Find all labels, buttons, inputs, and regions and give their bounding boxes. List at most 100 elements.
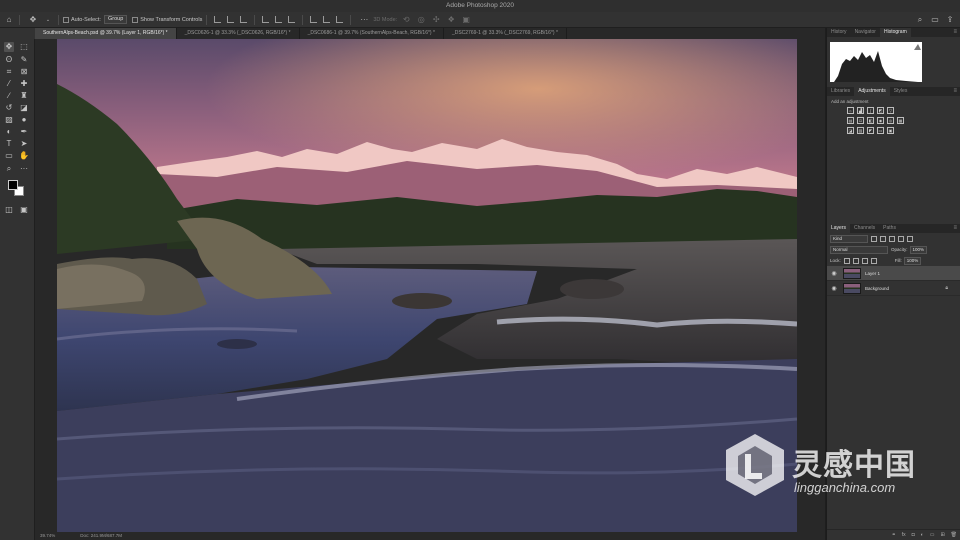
lock-artboard-icon[interactable] xyxy=(861,257,868,264)
tab-libraries[interactable]: Libraries xyxy=(827,87,854,96)
3d-scale-icon[interactable]: ▣ xyxy=(460,14,472,26)
healing-tool-icon[interactable]: ✚ xyxy=(19,79,29,89)
opacity-input[interactable]: 100% xyxy=(909,245,928,254)
adjustment-layer-icon[interactable]: ◐ xyxy=(921,532,924,538)
lock-all-icon[interactable] xyxy=(870,257,877,264)
layer-row[interactable]: ◉ Layer 1 xyxy=(827,266,960,281)
new-layer-icon[interactable]: ⊞ xyxy=(940,532,944,538)
tab-layers[interactable]: Layers xyxy=(827,224,851,233)
tab-paths[interactable]: Paths xyxy=(879,224,900,233)
more-options-icon[interactable]: ··· xyxy=(358,14,370,26)
distribute-icon[interactable] xyxy=(323,16,331,23)
type-filter-icon[interactable] xyxy=(889,235,895,242)
exposure-icon[interactable]: ◩ xyxy=(877,107,884,114)
black-white-icon[interactable]: ◧ xyxy=(867,117,874,124)
crop-tool-icon[interactable]: ⌗ xyxy=(4,67,14,77)
toolbar-grip[interactable] xyxy=(0,28,35,39)
dodge-tool-icon[interactable]: ◐ xyxy=(4,127,14,137)
tab-channels[interactable]: Channels xyxy=(850,224,879,233)
share-icon[interactable]: ⇪ xyxy=(944,14,956,26)
align-top-icon[interactable] xyxy=(262,16,270,23)
mask-icon[interactable]: ◘ xyxy=(912,532,915,538)
fill-input[interactable]: 100% xyxy=(903,256,922,265)
tab-history[interactable]: History xyxy=(827,28,851,37)
history-brush-tool-icon[interactable]: ↺ xyxy=(4,103,14,113)
tab-navigator[interactable]: Navigator xyxy=(851,28,880,37)
artboard-tool-icon[interactable]: ⬚ xyxy=(19,42,29,52)
eye-icon[interactable]: ◉ xyxy=(830,285,838,292)
home-icon[interactable]: ⌂ xyxy=(3,14,15,26)
auto-select-checkbox[interactable] xyxy=(63,16,69,23)
link-icon[interactable]: ⚭ xyxy=(892,532,896,538)
distribute-icon[interactable] xyxy=(310,16,318,23)
3d-roll-icon[interactable]: ◎ xyxy=(415,14,427,26)
fx-icon[interactable]: fx xyxy=(902,532,906,538)
hue-saturation-icon[interactable]: ▤ xyxy=(847,117,854,124)
3d-rotate-icon[interactable]: ⟲ xyxy=(400,14,412,26)
workspace-icon[interactable]: ▭ xyxy=(929,14,941,26)
chevron-down-icon[interactable]: ⌄ xyxy=(42,14,54,26)
document-tab[interactable]: SouthernAlps-Beach.psd @ 39.7% (Layer 1,… xyxy=(35,28,177,39)
panel-menu-icon[interactable]: ≡ xyxy=(953,224,957,233)
3d-drag-icon[interactable]: ✣ xyxy=(430,14,442,26)
tab-histogram[interactable]: Histogram xyxy=(879,28,911,37)
align-right-icon[interactable] xyxy=(240,16,248,23)
panel-menu-icon[interactable]: ≡ xyxy=(953,28,957,37)
lock-position-icon[interactable] xyxy=(852,257,859,264)
color-lookup-icon[interactable]: ▦ xyxy=(897,117,904,124)
pixel-filter-icon[interactable] xyxy=(871,235,877,242)
distribute-icon[interactable] xyxy=(336,16,344,23)
invert-icon[interactable]: ◪ xyxy=(847,127,854,134)
smart-filter-icon[interactable] xyxy=(907,235,913,242)
stamp-tool-icon[interactable]: ♜ xyxy=(19,91,29,101)
threshold-icon[interactable]: ◤ xyxy=(867,127,874,134)
path-select-tool-icon[interactable]: ➤ xyxy=(19,139,29,149)
adjustment-filter-icon[interactable] xyxy=(880,235,886,242)
align-middle-icon[interactable] xyxy=(275,16,283,23)
trash-icon[interactable]: 🗑︎ xyxy=(951,532,957,538)
document-tab[interactable]: _DSC2769-1 @ 33.3% (_DSC2769, RGB/16*) * xyxy=(444,28,567,39)
lasso-tool-icon[interactable]: ʘ xyxy=(4,55,14,65)
tab-styles[interactable]: Styles xyxy=(890,87,912,96)
screen-mode-icon[interactable]: ▣ xyxy=(19,205,29,215)
type-tool-icon[interactable]: T xyxy=(4,139,14,149)
show-transform-checkbox[interactable] xyxy=(132,16,139,23)
align-bottom-icon[interactable] xyxy=(288,16,296,23)
photo-filter-icon[interactable]: ◉ xyxy=(877,117,884,124)
layer-name[interactable]: Background xyxy=(865,286,889,291)
eye-icon[interactable]: ◉ xyxy=(830,270,838,277)
brightness-contrast-icon[interactable]: ☼ xyxy=(847,107,854,114)
vibrance-icon[interactable]: ▽ xyxy=(887,107,894,114)
tab-adjustments[interactable]: Adjustments xyxy=(854,87,890,96)
layer-name[interactable]: Layer 1 xyxy=(865,271,880,276)
gradient-map-icon[interactable]: ▭ xyxy=(877,127,884,134)
3d-slide-icon[interactable]: ❖ xyxy=(445,14,457,26)
quick-select-tool-icon[interactable]: ✎ xyxy=(19,55,29,65)
eraser-tool-icon[interactable]: ◪ xyxy=(19,103,29,113)
levels-icon[interactable]: ▟ xyxy=(857,107,864,114)
document-tab[interactable]: _DSC0686-1 @ 39.7% (SouthernAlps-Beach, … xyxy=(300,28,444,39)
blur-tool-icon[interactable]: ● xyxy=(19,115,29,125)
blend-mode-dropdown[interactable]: Normal xyxy=(830,245,888,254)
pen-tool-icon[interactable]: ✒ xyxy=(19,127,29,137)
foreground-color-swatch[interactable] xyxy=(8,180,18,190)
brush-tool-icon[interactable]: ∕ xyxy=(4,91,14,101)
canvas-area[interactable] xyxy=(35,39,825,532)
shape-filter-icon[interactable] xyxy=(898,235,904,242)
posterize-icon[interactable]: ▨ xyxy=(857,127,864,134)
quick-mask-icon[interactable]: ◫ xyxy=(4,205,14,215)
move-tool-icon[interactable]: ✥ xyxy=(27,14,39,26)
align-center-icon[interactable] xyxy=(227,16,235,23)
selective-color-icon[interactable]: ▣ xyxy=(887,127,894,134)
panel-menu-icon[interactable]: ≡ xyxy=(953,87,957,96)
document-canvas[interactable] xyxy=(57,39,797,532)
group-icon[interactable]: ▭ xyxy=(930,532,935,538)
move-tool-icon[interactable]: ✥ xyxy=(4,42,14,52)
curves-icon[interactable]: ∫ xyxy=(867,107,874,114)
hand-tool-icon[interactable]: ✋ xyxy=(19,151,29,161)
document-tab[interactable]: _DSC0626-1 @ 33.3% (_DSC0626, RGB/16*) * xyxy=(177,28,300,39)
eyedropper-tool-icon[interactable]: ⁄ xyxy=(4,79,14,89)
more-tools-icon[interactable]: ··· xyxy=(19,164,29,174)
shape-tool-icon[interactable]: ▭ xyxy=(4,151,14,161)
frame-tool-icon[interactable]: ⊠ xyxy=(19,67,29,77)
